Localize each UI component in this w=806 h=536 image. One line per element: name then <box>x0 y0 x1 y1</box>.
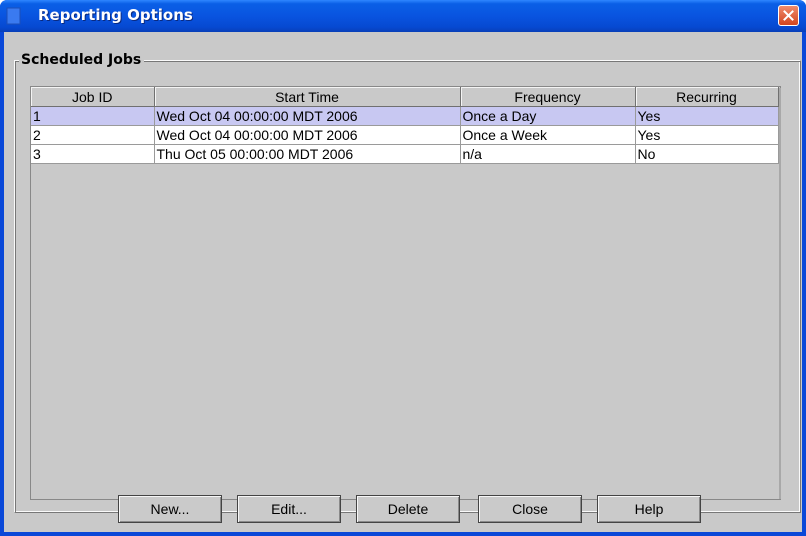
group-title: Scheduled Jobs <box>19 51 145 69</box>
cell-job-id: 1 <box>31 106 155 126</box>
column-header-start-time[interactable]: Start Time <box>154 87 461 107</box>
help-button[interactable]: Help <box>597 495 701 523</box>
cell-job-id: 3 <box>31 144 155 164</box>
window-close-button[interactable] <box>778 5 799 26</box>
cell-recurring: Yes <box>635 125 779 145</box>
dialog-client-area: Scheduled Jobs Job ID Start Time Frequen… <box>4 32 802 532</box>
delete-button[interactable]: Delete <box>356 495 460 523</box>
close-icon <box>783 6 794 25</box>
cell-frequency: Once a Week <box>460 125 636 145</box>
button-bar: New... Edit... Delete Close Help <box>4 495 802 525</box>
new-button[interactable]: New... <box>118 495 222 523</box>
cell-start-time: Wed Oct 04 00:00:00 MDT 2006 <box>154 106 461 126</box>
column-header-frequency[interactable]: Frequency <box>460 87 636 107</box>
close-button[interactable]: Close <box>478 495 582 523</box>
table-header-row: Job ID Start Time Frequency Recurring <box>31 87 779 107</box>
column-header-recurring[interactable]: Recurring <box>635 87 779 107</box>
cell-job-id: 2 <box>31 125 155 145</box>
cell-start-time: Wed Oct 04 00:00:00 MDT 2006 <box>154 125 461 145</box>
cell-recurring: Yes <box>635 106 779 126</box>
title-bar[interactable]: Reporting Options <box>0 0 806 32</box>
jobs-table: Job ID Start Time Frequency Recurring 1 … <box>31 87 779 164</box>
table-row[interactable]: 2 Wed Oct 04 00:00:00 MDT 2006 Once a We… <box>31 125 779 145</box>
cell-recurring: No <box>635 144 779 164</box>
app-icon <box>6 7 22 25</box>
edit-button[interactable]: Edit... <box>237 495 341 523</box>
table-row[interactable]: 3 Thu Oct 05 00:00:00 MDT 2006 n/a No <box>31 144 779 164</box>
jobs-table-viewport[interactable]: Job ID Start Time Frequency Recurring 1 … <box>30 86 781 500</box>
cell-frequency: Once a Day <box>460 106 636 126</box>
column-header-job-id[interactable]: Job ID <box>31 87 155 107</box>
cell-frequency: n/a <box>460 144 636 164</box>
dialog-window: Reporting Options Scheduled Jobs Job ID … <box>0 0 806 536</box>
window-title: Reporting Options <box>38 6 193 24</box>
table-row[interactable]: 1 Wed Oct 04 00:00:00 MDT 2006 Once a Da… <box>31 106 779 126</box>
cell-start-time: Thu Oct 05 00:00:00 MDT 2006 <box>154 144 461 164</box>
vertical-scrollbar-track[interactable] <box>779 88 781 499</box>
